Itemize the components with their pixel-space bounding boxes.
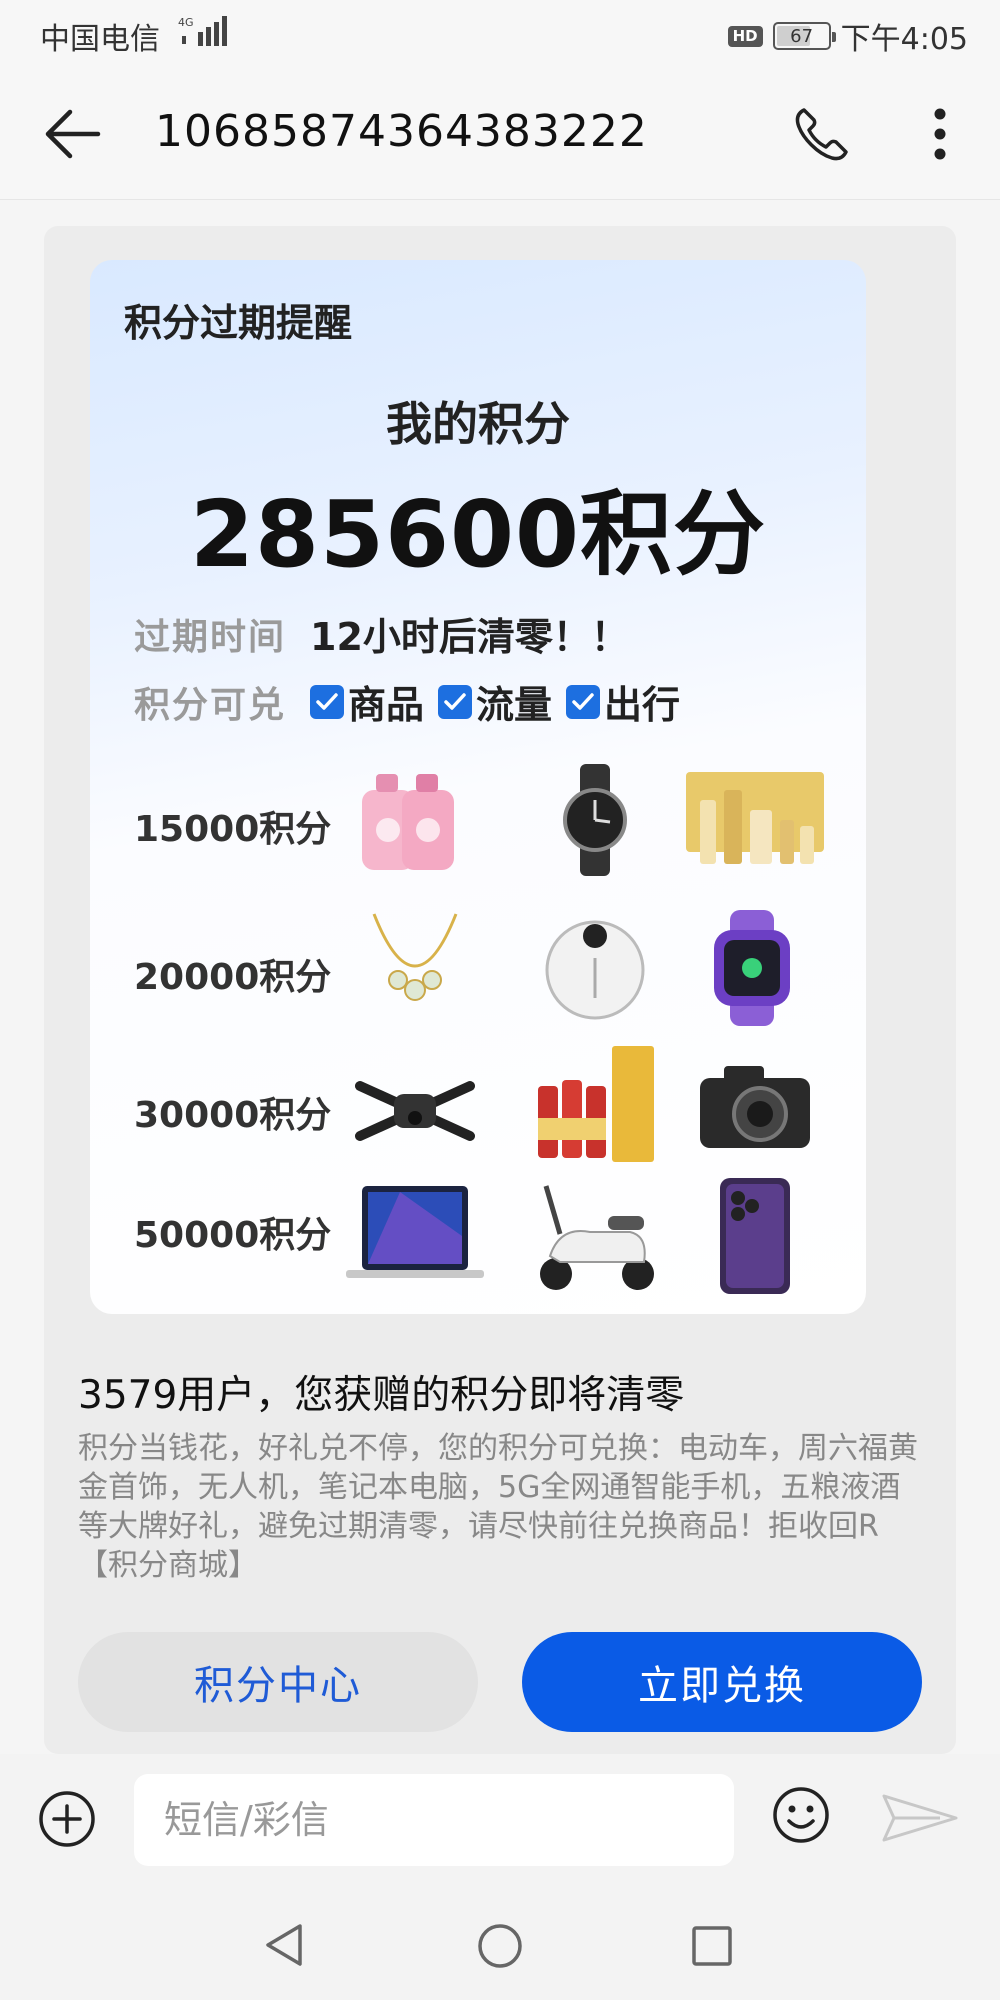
kids-smartwatch-icon [714, 910, 790, 1026]
smartphone-icon [720, 1178, 790, 1294]
tier-points-label: 15000积分 [134, 809, 332, 850]
redeem-option-travel: 出行 [566, 674, 680, 729]
back-arrow-icon[interactable] [40, 102, 104, 166]
checkbox-icon [566, 684, 601, 719]
redeem-option-label: 流量 [476, 683, 553, 727]
message-card: 积分过期提醒 我的积分 285600积分 过期时间 12小时后清零！！ 积分可兑… [44, 226, 956, 1754]
network-type: 4G [178, 16, 194, 29]
points-center-button[interactable]: 积分中心 [78, 1632, 478, 1732]
necklace-icon [372, 913, 458, 1001]
wristwatch-icon [563, 764, 627, 876]
robot-vacuum-icon [545, 920, 645, 1020]
reward-tier: 30000积分 [90, 1046, 866, 1166]
add-attachment-icon[interactable] [36, 1788, 98, 1850]
nav-recent-apps-icon[interactable] [690, 1924, 734, 1968]
points-label: 我的积分 [386, 397, 570, 451]
expiry-row: 过期时间 12小时后清零！！ [134, 606, 629, 661]
expiry-label: 过期时间 [134, 616, 287, 658]
hd-badge: HD [727, 25, 763, 47]
redeem-option-goods: 商品 [310, 674, 424, 729]
promo-poster[interactable]: 积分过期提醒 我的积分 285600积分 过期时间 12小时后清零！！ 积分可兑… [90, 260, 866, 1314]
signal-icon: 4G [178, 16, 227, 46]
electric-scooter-icon [540, 1185, 654, 1290]
nav-back-icon[interactable] [262, 1922, 308, 1968]
redeem-row: 积分可兑 商品 流量 出行 [134, 674, 694, 729]
laundry-detergent-icon [362, 774, 454, 870]
tier-points-label: 20000积分 [134, 957, 332, 998]
clock: 下午4:05 [840, 22, 968, 57]
system-navigation-bar [0, 1886, 1000, 2000]
app-bar: 10685874364383222 [0, 66, 1000, 200]
redeem-option-label: 商品 [348, 683, 425, 727]
camera-icon [700, 1066, 810, 1148]
redeem-label: 积分可兑 [134, 684, 287, 726]
drone-icon [355, 1081, 475, 1141]
redeem-option-data: 流量 [438, 674, 552, 729]
compose-bar [0, 1754, 1000, 1886]
status-bar: 中国电信 4G HD 67 下午4:05 [0, 0, 1000, 66]
tier-points-label: 30000积分 [134, 1095, 332, 1136]
message-body: 积分当钱花，好礼兑不停，您的积分可兑换：电动车，周六福黄金首饰，无人机，笔记本电… [78, 1431, 918, 1583]
checkbox-icon [438, 684, 473, 719]
more-options-icon[interactable] [910, 102, 970, 166]
phone-icon[interactable] [790, 102, 854, 166]
nav-home-icon[interactable] [476, 1922, 524, 1970]
battery-level-text: 67 [790, 25, 814, 47]
contact-number: 10685874364383222 [155, 106, 648, 157]
carrier-name: 中国电信 [40, 22, 160, 57]
emoji-icon[interactable] [770, 1784, 832, 1846]
battery-icon: 67 [772, 22, 836, 50]
message-heading: 3579用户，您获赠的积分即将清零 [78, 1373, 685, 1418]
reward-tier: 20000积分 [90, 908, 866, 1028]
redeem-now-button[interactable]: 立即兑换 [522, 1632, 922, 1732]
reward-tier: 50000积分 [90, 1176, 866, 1296]
cosmetics-set-icon [686, 772, 824, 864]
tier-points-label: 50000积分 [134, 1215, 332, 1256]
expiry-value: 12小时后清零！！ [310, 615, 629, 659]
redeem-option-label: 出行 [604, 683, 681, 727]
reward-tier: 15000积分 [90, 760, 866, 880]
points-value: 285600积分 [189, 481, 767, 588]
message-input[interactable] [134, 1774, 734, 1866]
send-icon[interactable] [880, 1788, 960, 1848]
liquor-gift-icon [538, 1046, 654, 1162]
checkbox-icon [310, 684, 344, 719]
laptop-icon [346, 1186, 484, 1278]
poster-title: 积分过期提醒 [124, 301, 353, 345]
